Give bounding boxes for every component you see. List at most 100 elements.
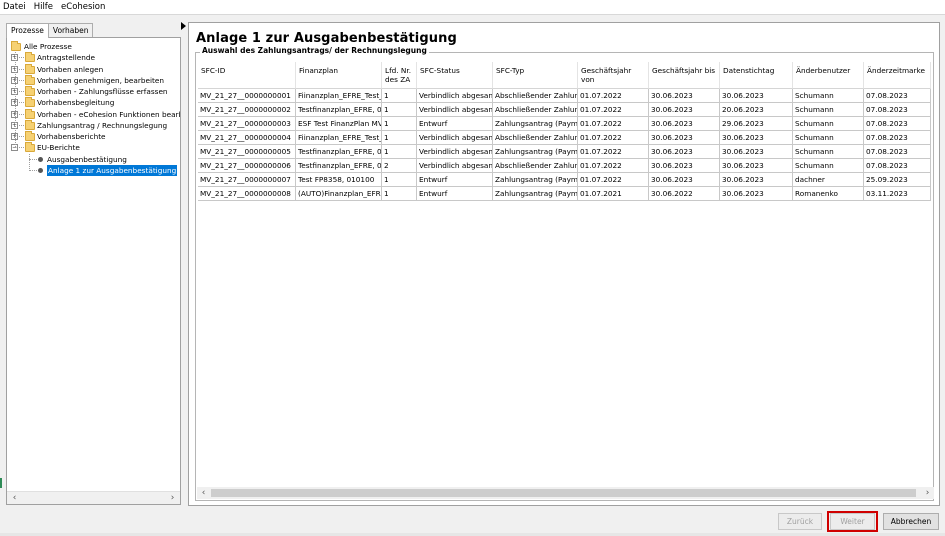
- tree-item[interactable]: + Vorhaben - Zahlungsflüsse erfassen: [7, 86, 180, 97]
- table-cell: 01.07.2022: [578, 131, 649, 145]
- column-header[interactable]: SFC-Status: [417, 62, 493, 89]
- tab-vorhaben[interactable]: Vorhaben: [47, 23, 94, 37]
- table-row[interactable]: MV_21_27__0000000001 Fiinanzplan_EFRE_Tes…: [198, 89, 931, 103]
- table-cell: MV_21_27__0000000005: [198, 145, 296, 159]
- tree-item-label: Vorhaben - Zahlungsflüsse erfassen: [37, 87, 168, 96]
- tab-prozesse[interactable]: Prozesse: [6, 23, 49, 38]
- tree-item[interactable]: Alle Prozesse: [7, 41, 180, 52]
- tree-connector: [29, 158, 37, 160]
- scrollbar-thumb[interactable]: [211, 489, 916, 497]
- table-cell: Fiinanzplan_EFRE_Test_2: [296, 131, 382, 145]
- table-cell: MV_21_27__0000000006: [198, 159, 296, 173]
- table-cell: 01.07.2022: [578, 159, 649, 173]
- table-cell: 30.06.2022: [649, 187, 720, 201]
- selection-groupbox: Auswahl des Zahlungsantrags/ der Rechnun…: [195, 46, 934, 501]
- folder-icon: [25, 131, 35, 141]
- table-cell: 07.08.2023: [864, 145, 931, 159]
- tree-item[interactable]: − EU-Berichte: [7, 142, 180, 153]
- scroll-right-icon[interactable]: ›: [921, 487, 934, 499]
- table-cell: 30.06.2023: [720, 187, 793, 201]
- table-cell: Romanenko: [793, 187, 864, 201]
- table-cell: 30.06.2023: [720, 159, 793, 173]
- table-cell: Zahlungsantrag (Paymen: [493, 117, 578, 131]
- table-cell: Schumann: [793, 145, 864, 159]
- column-header[interactable]: Änderbenutzer: [793, 62, 864, 89]
- column-header[interactable]: SFC-ID: [198, 62, 296, 89]
- table-cell: Schumann: [793, 103, 864, 117]
- cancel-button[interactable]: Abbrechen: [883, 513, 939, 530]
- table-cell: 25.09.2023: [864, 173, 931, 187]
- table-cell: MV_21_27__0000000007: [198, 173, 296, 187]
- folder-icon: [25, 52, 35, 63]
- tree-item-label: Vorhaben - eCohesion Funktionen bearbeit: [37, 109, 180, 119]
- table-cell: Abschließender Zahlungs: [493, 159, 578, 173]
- table-cell: Verbindlich abgesandt: [417, 89, 493, 103]
- tree-item[interactable]: Ausgabenbestätigung: [7, 154, 180, 165]
- tree-connector: [19, 147, 24, 149]
- table-cell: Testfinanzplan_EFRE, 01: [296, 145, 382, 159]
- scroll-left-icon[interactable]: ‹: [197, 487, 210, 499]
- tree-item[interactable]: + Vorhaben - eCohesion Funktionen bearbei…: [7, 108, 180, 120]
- table-horizontal-scrollbar[interactable]: ‹ ›: [197, 487, 934, 499]
- column-header[interactable]: Finanzplan: [296, 62, 382, 89]
- tree-connector: [15, 52, 16, 147]
- table-row[interactable]: MV_21_27__0000000007 Test FP8358, 010100 1…: [198, 173, 931, 187]
- menu-ecohesion[interactable]: eCohesion: [57, 0, 109, 14]
- next-button-highlight: [827, 511, 878, 532]
- column-header[interactable]: SFC-Typ: [493, 62, 578, 89]
- table-row[interactable]: MV_21_27__0000000003 ESF Test FinanzPlan …: [198, 117, 931, 131]
- tree-item-label: Anlage 1 zur Ausgabenbestätigung: [47, 164, 178, 176]
- tree-item[interactable]: Anlage 1 zur Ausgabenbestätigung: [7, 164, 180, 176]
- scroll-left-icon[interactable]: ‹: [8, 492, 21, 504]
- column-header[interactable]: Änderzeitmarke: [864, 62, 931, 89]
- table-cell: 29.06.2023: [720, 117, 793, 131]
- table-row[interactable]: MV_21_27__0000000006 Testfinanzplan_EFRE,…: [198, 159, 931, 173]
- bullet-icon: [38, 156, 43, 162]
- folder-icon: [11, 41, 21, 51]
- tree-connector: [19, 68, 24, 70]
- column-header[interactable]: Datenstichtag: [720, 62, 793, 89]
- tree-item[interactable]: + Zahlungsantrag / Rechnungslegung: [7, 119, 180, 131]
- column-header[interactable]: Geschäftsjahr bis: [649, 62, 720, 89]
- tree-item-label: EU-Berichte: [37, 143, 80, 153]
- back-button[interactable]: Zurück: [778, 513, 822, 530]
- table-cell: Schumann: [793, 89, 864, 103]
- table-cell: Schumann: [793, 159, 864, 173]
- column-header[interactable]: Geschäftsjahr von: [578, 62, 649, 89]
- tree-item-label: Vorhaben genehmigen, bearbeiten: [37, 75, 165, 85]
- groupbox-title: Auswahl des Zahlungsantrags/ der Rechnun…: [200, 46, 429, 55]
- collapse-panel-icon[interactable]: [181, 22, 186, 30]
- table-cell: 07.08.2023: [864, 117, 931, 131]
- table-cell: Verbindlich abgesandt: [417, 131, 493, 145]
- table-cell: 01.07.2022: [578, 145, 649, 159]
- table-cell: Abschließender Zahlungs: [493, 103, 578, 117]
- tree-horizontal-scrollbar[interactable]: ‹ ›: [7, 491, 180, 504]
- table-row[interactable]: MV_21_27__0000000002 Testfinanzplan_EFRE,…: [198, 103, 931, 117]
- tree-item[interactable]: + Vorhaben genehmigen, bearbeiten: [7, 74, 180, 86]
- table-cell: MV_21_27__0000000001: [198, 89, 296, 103]
- tree-item[interactable]: + Vorhabensberichte: [7, 131, 180, 142]
- menu-bar: Datei Hilfe eCohesion: [0, 0, 945, 14]
- table-cell: 30.06.2023: [649, 145, 720, 159]
- edge-marker: [0, 478, 2, 488]
- table-cell: Testfinanzplan_EFRE, 01: [296, 159, 382, 173]
- menu-datei[interactable]: Datei: [0, 0, 30, 14]
- table-cell: Verbindlich abgesandt: [417, 103, 493, 117]
- tree-item[interactable]: + Antragstellende: [7, 52, 180, 63]
- process-tree-panel: Alle Prozesse + Antragstellende + Vorhaben a…: [6, 37, 181, 505]
- table-cell: Test FP8358, 010100: [296, 173, 382, 187]
- tree-item[interactable]: + Vorhabensbegleitung: [7, 97, 180, 108]
- table-cell: 1: [382, 103, 417, 117]
- column-header[interactable]: Lfd. Nr. des ZA: [382, 62, 417, 89]
- table-row[interactable]: MV_21_27__0000000004 Fiinanzplan_EFRE_Tes…: [198, 131, 931, 145]
- table-cell: 01.07.2022: [578, 173, 649, 187]
- table-row[interactable]: MV_21_27__0000000005 Testfinanzplan_EFRE,…: [198, 145, 931, 159]
- table-cell: 30.06.2023: [649, 89, 720, 103]
- table-row[interactable]: MV_21_27__0000000008 (AUTO)Finanzplan_EFR…: [198, 187, 931, 201]
- tree-item[interactable]: + Vorhaben anlegen: [7, 63, 180, 75]
- table-cell: 07.08.2023: [864, 159, 931, 173]
- menu-hilfe[interactable]: Hilfe: [30, 0, 57, 14]
- scroll-right-icon[interactable]: ›: [166, 492, 179, 504]
- table-cell: 30.06.2023: [649, 159, 720, 173]
- table-cell: 1: [382, 173, 417, 187]
